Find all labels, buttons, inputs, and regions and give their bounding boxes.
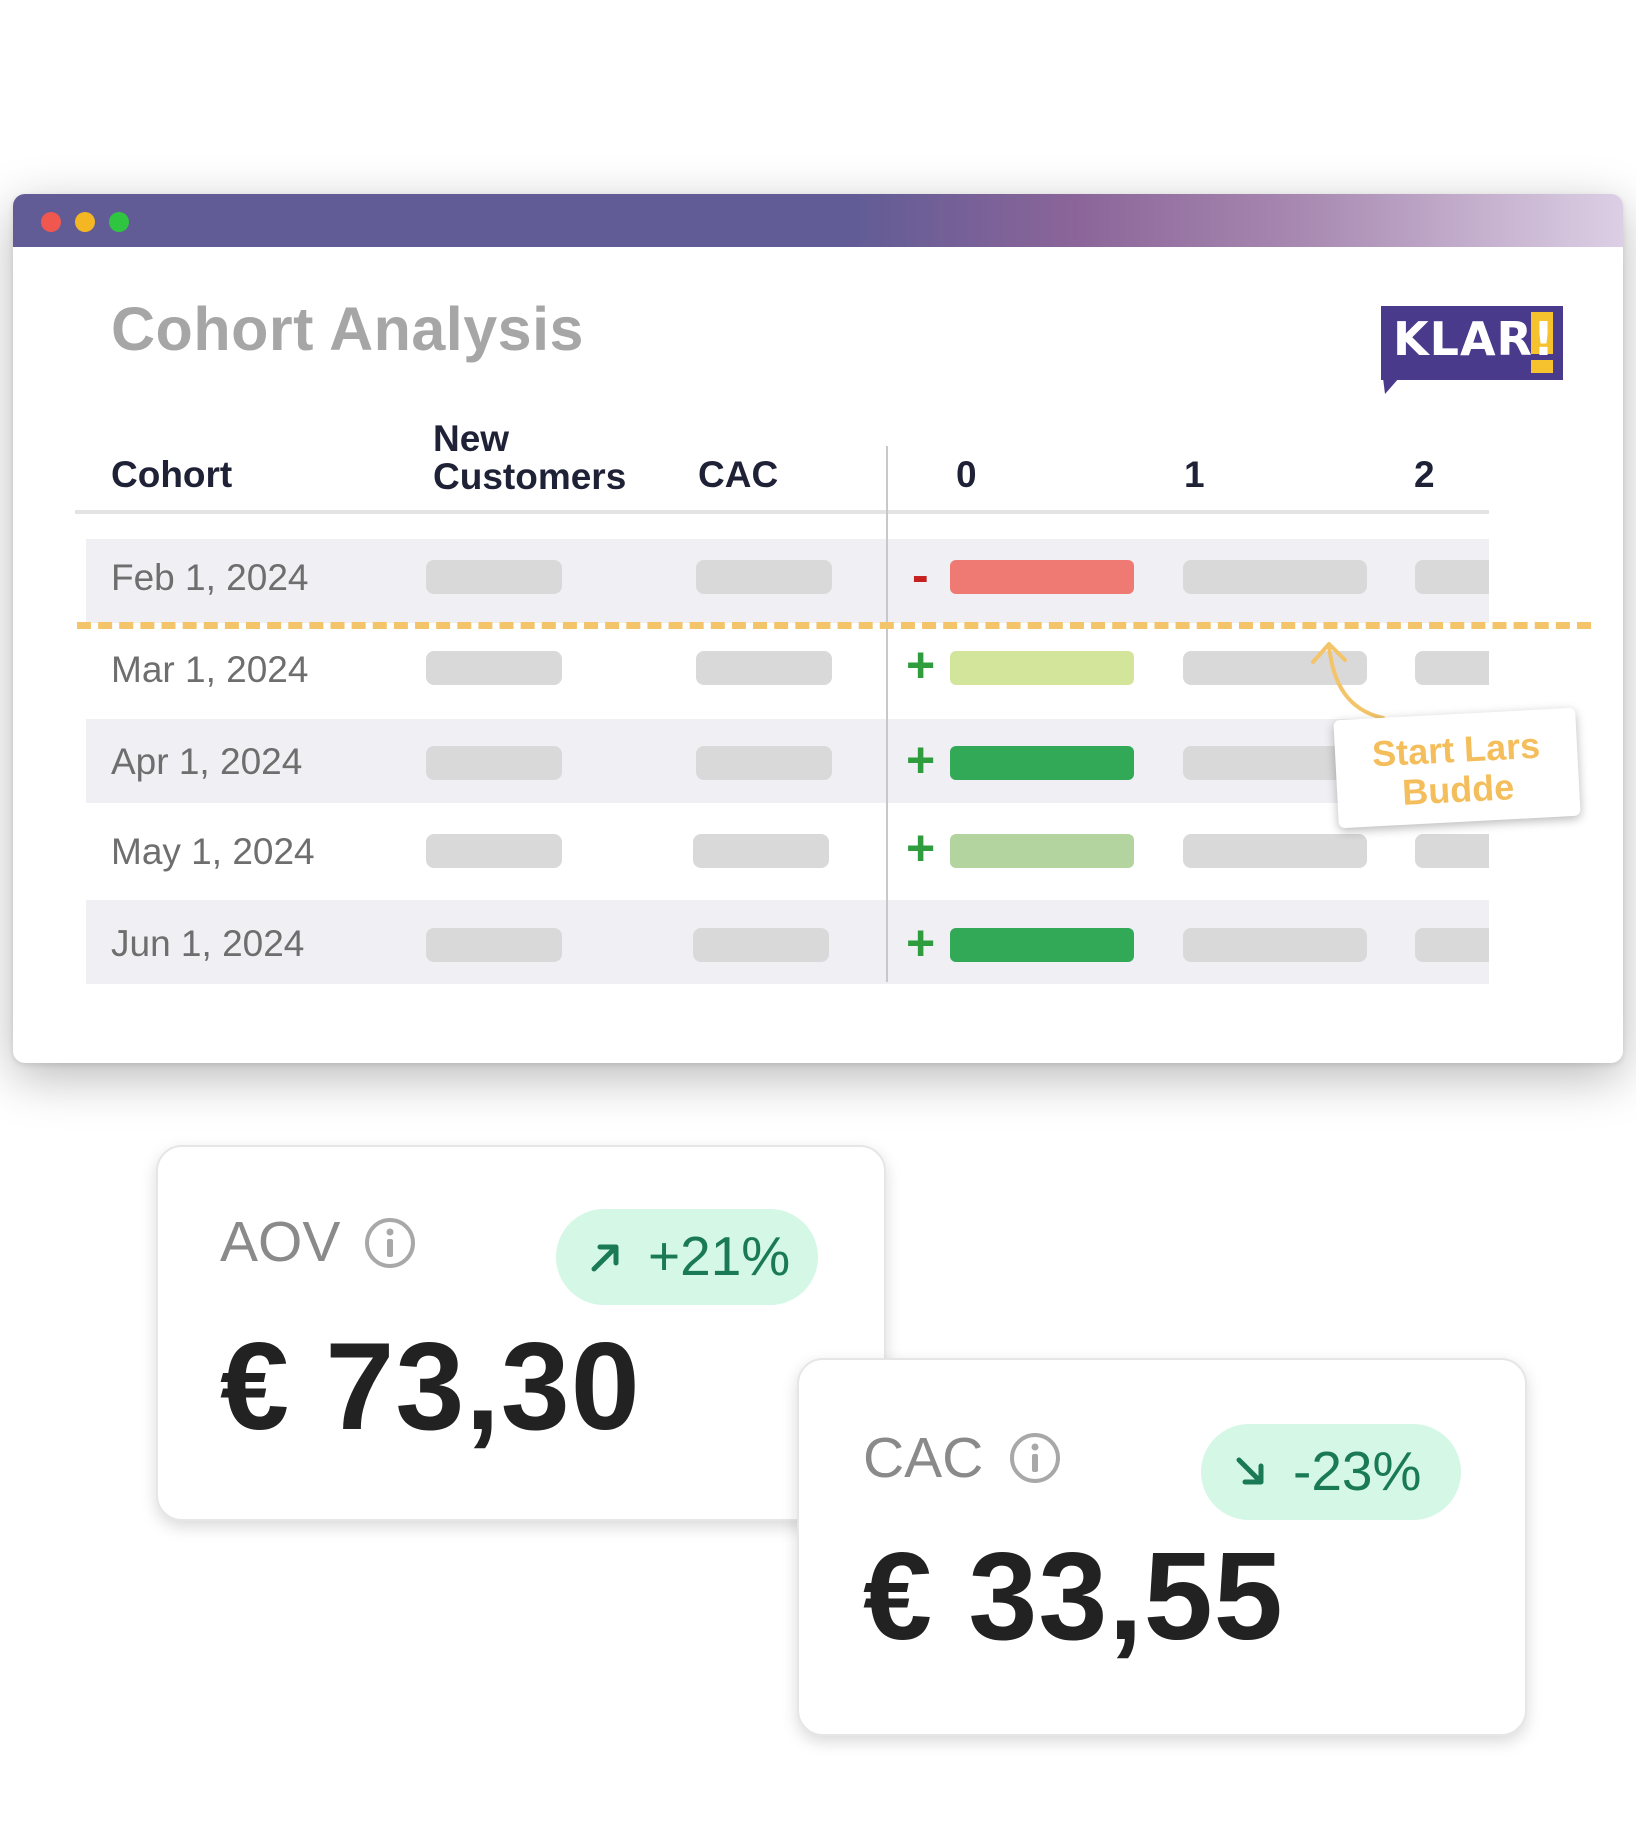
cohort-date: Apr 1, 2024 — [111, 741, 303, 782]
klar-logo: KLAR! — [1381, 302, 1577, 394]
cac-value: € 33,55 — [863, 1528, 1284, 1666]
info-icon[interactable] — [1009, 1432, 1061, 1484]
negative-sign: - — [912, 547, 929, 603]
annotation-note: Start Lars Budde — [1333, 707, 1581, 829]
header-period-2: 2 — [1414, 454, 1435, 495]
cac-placeholder — [696, 746, 832, 780]
header-new-customers-line2: Customers — [433, 456, 627, 497]
positive-sign: + — [906, 915, 936, 971]
cohort-date: Mar 1, 2024 — [111, 649, 309, 690]
positive-sign: + — [906, 732, 936, 788]
cac-card: CAC -23% € 33,55 — [797, 1358, 1527, 1736]
header-period-0: 0 — [956, 454, 977, 495]
period-1-placeholder — [1183, 834, 1367, 868]
arrow-up-right-icon — [591, 1244, 619, 1272]
cac-placeholder — [693, 834, 829, 868]
new-customers-placeholder — [426, 834, 562, 868]
period-1-placeholder — [1183, 928, 1367, 962]
header-new-customers-line1: New — [433, 418, 510, 459]
new-customers-placeholder — [426, 560, 562, 594]
cac-placeholder — [693, 928, 829, 962]
header-cohort: Cohort — [111, 454, 233, 495]
new-customers-placeholder — [426, 746, 562, 780]
start-marker-line — [77, 622, 1591, 629]
positive-sign: + — [906, 637, 936, 693]
new-customers-placeholder — [426, 651, 562, 685]
arrow-down-right-icon — [1236, 1457, 1264, 1485]
cohort-date: Jun 1, 2024 — [111, 923, 305, 964]
new-customers-placeholder — [426, 928, 562, 962]
period-0-bar-green — [950, 928, 1134, 962]
window-titlebar — [13, 194, 1623, 247]
header-divider — [75, 510, 1489, 514]
period-1-placeholder — [1183, 560, 1367, 594]
aov-value: € 73,30 — [220, 1318, 641, 1456]
period-2-placeholder — [1415, 834, 1489, 868]
column-divider — [886, 446, 888, 982]
positive-sign: + — [906, 820, 936, 876]
period-0-bar-green — [950, 746, 1134, 780]
minimize-window-button[interactable] — [75, 212, 95, 232]
period-2-placeholder — [1415, 928, 1489, 962]
info-icon[interactable] — [364, 1217, 416, 1269]
cac-placeholder — [696, 560, 832, 594]
cac-label: CAC — [863, 1426, 984, 1490]
cohort-window: Cohort Analysis KLAR! Cohort New Custome… — [13, 194, 1623, 1063]
page-title: Cohort Analysis — [111, 295, 584, 363]
period-0-bar-light-green — [950, 651, 1134, 685]
aov-card: AOV +21% € 73,30 — [156, 1145, 886, 1521]
period-2-placeholder — [1415, 651, 1489, 685]
aov-label: AOV — [220, 1210, 341, 1274]
cac-placeholder — [696, 651, 832, 685]
maximize-window-button[interactable] — [109, 212, 129, 232]
klar-logo-text: KLAR! — [1393, 312, 1555, 366]
header-cac: CAC — [698, 454, 779, 495]
period-0-bar-negative — [950, 560, 1134, 594]
cohort-date: May 1, 2024 — [111, 831, 315, 872]
cac-change-value: -23% — [1293, 1440, 1422, 1502]
cac-change-badge: -23% — [1201, 1424, 1461, 1520]
close-window-button[interactable] — [41, 212, 61, 232]
header-period-1: 1 — [1184, 454, 1205, 495]
aov-change-badge: +21% — [556, 1209, 818, 1305]
cohort-date: Feb 1, 2024 — [111, 557, 309, 598]
period-2-placeholder — [1415, 560, 1489, 594]
period-0-bar-mid-green — [950, 834, 1134, 868]
aov-change-value: +21% — [648, 1225, 791, 1287]
